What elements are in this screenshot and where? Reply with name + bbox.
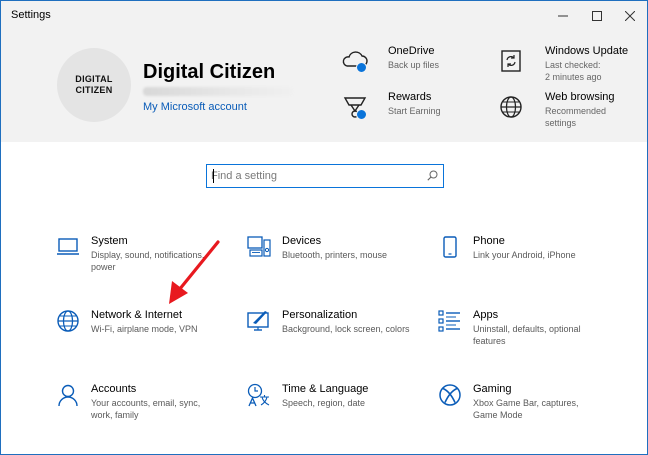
category-phone[interactable]: Phone Link your Android, iPhone xyxy=(438,235,623,295)
update-sync-icon xyxy=(501,50,521,72)
search-box[interactable] xyxy=(206,164,444,188)
category-description: Background, lock screen, colors xyxy=(282,324,410,334)
minimize-icon xyxy=(558,15,568,16)
category-title: Devices xyxy=(282,235,322,247)
category-description: Your accounts, email, sync, work, family xyxy=(91,398,201,420)
search-icon[interactable] xyxy=(427,170,438,181)
time-language-icon xyxy=(247,383,270,407)
account-email-blurred xyxy=(143,87,293,96)
category-accounts[interactable]: Accounts Your accounts, email, sync, wor… xyxy=(56,383,241,443)
category-description: Uninstall, defaults, optional features xyxy=(473,324,581,346)
category-title: Apps xyxy=(473,309,499,321)
category-title: System xyxy=(91,235,128,247)
header-item-title: OneDrive xyxy=(388,45,435,57)
apps-list-icon xyxy=(438,310,460,332)
category-description: Link your Android, iPhone xyxy=(473,250,576,260)
category-description: Wi-Fi, airplane mode, VPN xyxy=(91,324,198,334)
category-apps[interactable]: Apps Uninstall, defaults, optional featu… xyxy=(438,309,623,369)
maximize-icon xyxy=(592,10,602,21)
settings-window: Settings DIGITAL CITIZEN Digital Citizen… xyxy=(0,0,648,455)
search-input[interactable] xyxy=(211,168,421,184)
header-item-subtitle: Last checked: 2 minutes ago xyxy=(545,60,602,82)
category-title: Network & Internet xyxy=(91,309,183,321)
annotation-arrow-icon xyxy=(169,240,220,304)
account-name: Digital Citizen xyxy=(143,61,276,83)
header-item-title: Web browsing xyxy=(545,91,615,103)
category-title: Personalization xyxy=(282,309,358,321)
category-description: Xbox Game Bar, captures, Game Mode xyxy=(473,398,579,420)
person-icon xyxy=(58,384,78,407)
category-gaming[interactable]: Gaming Xbox Game Bar, captures, Game Mod… xyxy=(438,383,623,443)
category-title: Gaming xyxy=(473,383,512,395)
header-item-title: Windows Update xyxy=(545,45,629,57)
maximize-button[interactable] xyxy=(580,1,614,30)
phone-icon xyxy=(443,236,457,258)
xbox-icon xyxy=(439,384,461,406)
minimize-button[interactable] xyxy=(546,1,580,30)
globe-icon xyxy=(57,310,79,332)
category-personalization[interactable]: Personalization Background, lock screen,… xyxy=(247,309,432,369)
header-item-title: Rewards xyxy=(388,91,432,103)
avatar-logo-line2: CITIZEN xyxy=(75,85,113,95)
category-title: Time & Language xyxy=(282,383,369,395)
close-icon xyxy=(625,10,635,21)
category-network-internet[interactable]: Network & Internet Wi-Fi, airplane mode,… xyxy=(56,309,241,369)
category-time-language[interactable]: Time & Language Speech, region, date xyxy=(247,383,432,443)
window-title: Settings xyxy=(11,9,51,21)
category-description: Bluetooth, printers, mouse xyxy=(282,250,388,260)
category-title: Phone xyxy=(473,235,505,247)
avatar[interactable]: DIGITAL CITIZEN xyxy=(57,48,131,122)
microsoft-account-link[interactable]: My Microsoft account xyxy=(143,101,247,113)
header-item-subtitle: Start Earning xyxy=(388,106,441,116)
status-badge xyxy=(356,109,367,120)
title-bar[interactable]: Settings xyxy=(1,1,647,30)
text-caret xyxy=(213,169,214,183)
devices-icon xyxy=(247,236,271,257)
avatar-logo-line1: DIGITAL xyxy=(75,74,113,84)
header-item-subtitle: Back up files xyxy=(388,60,440,70)
header-item-subtitle: Recommended settings xyxy=(545,106,607,128)
close-button[interactable] xyxy=(613,1,647,30)
paint-monitor-icon xyxy=(247,311,269,331)
status-badge xyxy=(356,62,367,73)
category-title: Accounts xyxy=(91,383,137,395)
globe-icon xyxy=(500,96,522,118)
category-devices[interactable]: Devices Bluetooth, printers, mouse xyxy=(247,235,432,295)
category-description: Speech, region, date xyxy=(282,398,366,408)
laptop-icon xyxy=(57,238,79,255)
